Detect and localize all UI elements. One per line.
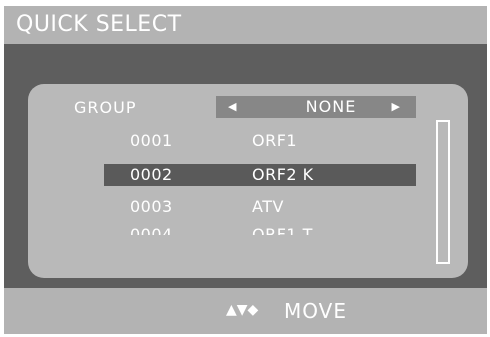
right-arrow-icon[interactable]: ▶	[392, 96, 400, 118]
title-bar: QUICK SELECT	[4, 6, 487, 44]
channel-number: 0003	[130, 197, 173, 216]
channel-name: ORF2 K	[252, 165, 314, 184]
channel-name: ATV	[252, 197, 284, 216]
channel-row-0001[interactable]: 0001 ORF1	[104, 130, 416, 152]
channel-name: ORF1 T	[252, 225, 313, 235]
channel-number: 0002	[130, 165, 173, 184]
group-selector[interactable]: ◀ NONE ▶	[216, 96, 416, 118]
channel-number: 0001	[130, 131, 173, 150]
quick-select-osd: QUICK SELECT GROUP ◀ NONE ▶ 0001 ORF1 00…	[4, 6, 487, 334]
scrollbar[interactable]	[436, 120, 450, 264]
page-title: QUICK SELECT	[16, 12, 182, 37]
move-arrows-icon: ▲▼◆	[226, 302, 259, 318]
group-value: NONE	[305, 97, 357, 116]
channel-row-0002[interactable]: 0002 ORF2 K	[104, 164, 416, 186]
channel-row-0003[interactable]: 0003 ATV	[104, 196, 416, 218]
channel-list-panel: GROUP ◀ NONE ▶ 0001 ORF1 0002 ORF2 K 000…	[28, 84, 468, 278]
channel-name: ORF1	[252, 131, 298, 150]
footer-move-label: MOVE	[284, 299, 347, 323]
group-label: GROUP	[74, 98, 137, 117]
channel-number: 0004	[130, 225, 173, 235]
channel-row-0004[interactable]: 0004 ORF1 T	[104, 224, 416, 235]
footer-bar: ▲▼◆ MOVE	[4, 288, 487, 334]
